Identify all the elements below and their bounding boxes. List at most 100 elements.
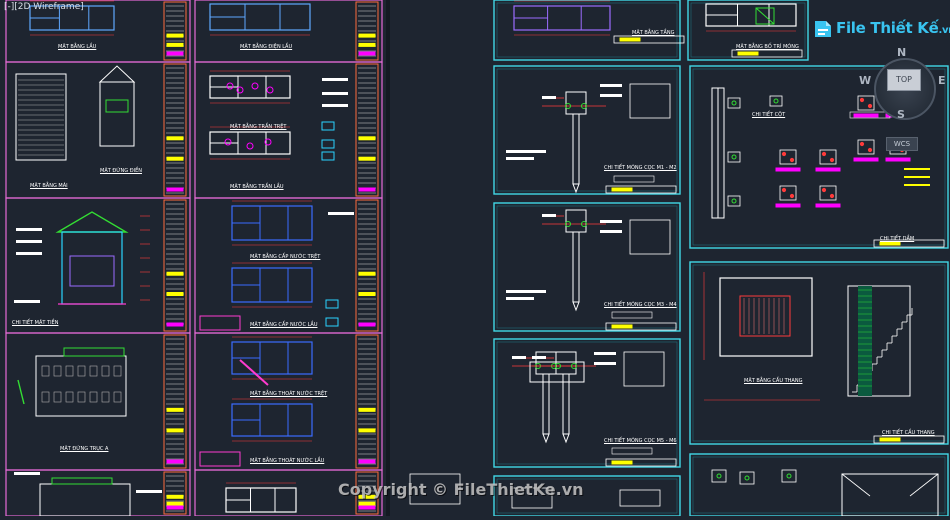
title-block-label [166,494,184,499]
sheet-title-right-2: MẶT BẰNG BỐ TRÍ MÓNG [736,44,799,50]
title-block-label [358,136,376,141]
rebar-dot [789,157,795,163]
logo-tld: .vn [938,25,950,36]
rebar-dot [781,151,787,157]
note-text-bar [14,472,40,475]
sheet-gap [386,0,390,516]
note-text-bar [542,96,556,99]
title-block-label [358,501,376,506]
title-block-label [166,187,184,192]
sheet-title-left-12: MẶT BẰNG THOÁT NƯỚC LẦU [250,458,325,464]
compass-north-label[interactable]: N [897,46,906,59]
note-text-bar [594,352,616,355]
section-label [815,203,841,208]
title-tag-label [611,460,633,465]
title-block-label [166,292,184,296]
title-block-label [358,322,376,327]
sheet-title-right-3: CHI TIẾT MÓNG CỌC M1 - M2 [604,165,677,171]
section-label [775,203,801,208]
sheet-title-left-10: MẶT ĐỨNG TRỤC A [60,446,109,452]
note-text-bar [328,212,354,215]
title-block-label [358,292,376,296]
section-label [885,157,911,162]
sheet-title-left-8: MẶT BẰNG CẤP NƯỚC TRỆT [250,254,321,260]
section-label [853,157,879,162]
note-bar [904,184,930,186]
wcs-menu-button[interactable]: WCS [886,137,918,151]
viewport-controls-label[interactable]: [-][2D Wireframe] [4,2,84,12]
section-label [815,167,841,172]
rebar-dot [821,187,827,193]
sheet-title-left-4: MẶT ĐỨNG ĐIỀN [100,168,142,174]
note-text-bar [600,220,622,223]
viewcube-compass[interactable]: TOP N W E S [856,46,948,124]
note-text-bar [600,230,622,233]
title-block-label [166,428,184,433]
note-text-bar [600,94,622,97]
sheet-title-left-2: MẶT BẰNG ĐIỆN LẦU [240,44,293,50]
sheet-title-right-4: CHI TIẾT MÓNG CỌC M3 - M4 [604,302,677,308]
sheet-title-left-6: MẶT BẰNG TRẦN LẦU [230,184,284,190]
title-tag-label [611,187,633,192]
title-block-label [166,156,184,161]
note-text-bar [16,240,42,243]
sheet-title-right-6: CHI TIẾT CỘT [752,112,786,118]
note-text-bar [600,84,622,87]
title-block-label [358,428,376,433]
note-text-bar [16,252,42,255]
note-text-bar [136,490,162,493]
title-block-label [166,407,184,412]
cad-model-space[interactable] [0,0,950,518]
title-block-label [166,501,184,506]
note-text-bar [594,362,616,365]
title-block-label [358,505,376,510]
note-bar [904,176,930,178]
sheet-title-left-9: MẶT BẰNG CẤP NƯỚC LẦU [250,322,318,328]
section-label [775,167,801,172]
title-tag-label [879,241,901,246]
title-block-label [166,42,184,47]
note-text-bar [322,78,348,81]
compass-west-label[interactable]: W [859,74,871,87]
rebar-dot [781,187,787,193]
title-tag-label [619,37,641,42]
note-bar [904,168,930,170]
rebar-dot [829,157,835,163]
logo-text: File Thiết Kế.vn [836,19,950,37]
note-text-bar [542,214,556,217]
title-block-label [358,42,376,47]
title-block-label [166,51,184,56]
title-block-label [358,156,376,161]
note-text-bar [506,150,546,153]
logo-mark-icon [815,21,831,37]
viewcube-top-face[interactable]: TOP [887,69,921,91]
sheet-title-left-5: MẶT BẰNG TRẦN TRỆT [230,124,287,130]
compass-south-label[interactable]: S [897,108,905,121]
title-block-label [166,322,184,327]
title-block-label [166,136,184,141]
sheet-title-right-1: MẶT BẰNG TẦNG [632,30,675,36]
note-text-bar [322,92,348,95]
title-tag-label [879,437,901,442]
sheet-title-right-8: MẶT BẰNG CẦU THANG [744,378,803,384]
rebar-dot [829,193,835,199]
logo-name: File Thiết Kế [836,19,939,37]
note-text-bar [506,290,546,293]
note-text-bar [512,356,526,359]
rebar-dot [821,151,827,157]
title-block-label [358,407,376,412]
title-block-label [166,33,184,38]
rebar-dot [789,193,795,199]
title-block-label [358,187,376,192]
drawing-canvas[interactable]: [-][2D Wireframe] MẶT BẰNG LẦU MẶT BẰNG … [0,0,950,518]
compass-east-label[interactable]: E [938,74,946,87]
note-text-bar [322,104,348,107]
note-text-bar [532,356,546,359]
note-text-bar [14,300,40,303]
title-tag-label [737,51,759,56]
stair-hatch [858,286,872,396]
filethietke-logo: File Thiết Kế.vn [812,16,950,42]
sheet-title-left-11: MẶT BẰNG THOÁT NƯỚC TRỆT [250,391,328,397]
sheet-title-left-7: CHI TIẾT MẶT TIỀN [12,320,59,326]
sheet-title-left-3: MẶT BẰNG MÁI [30,183,68,189]
